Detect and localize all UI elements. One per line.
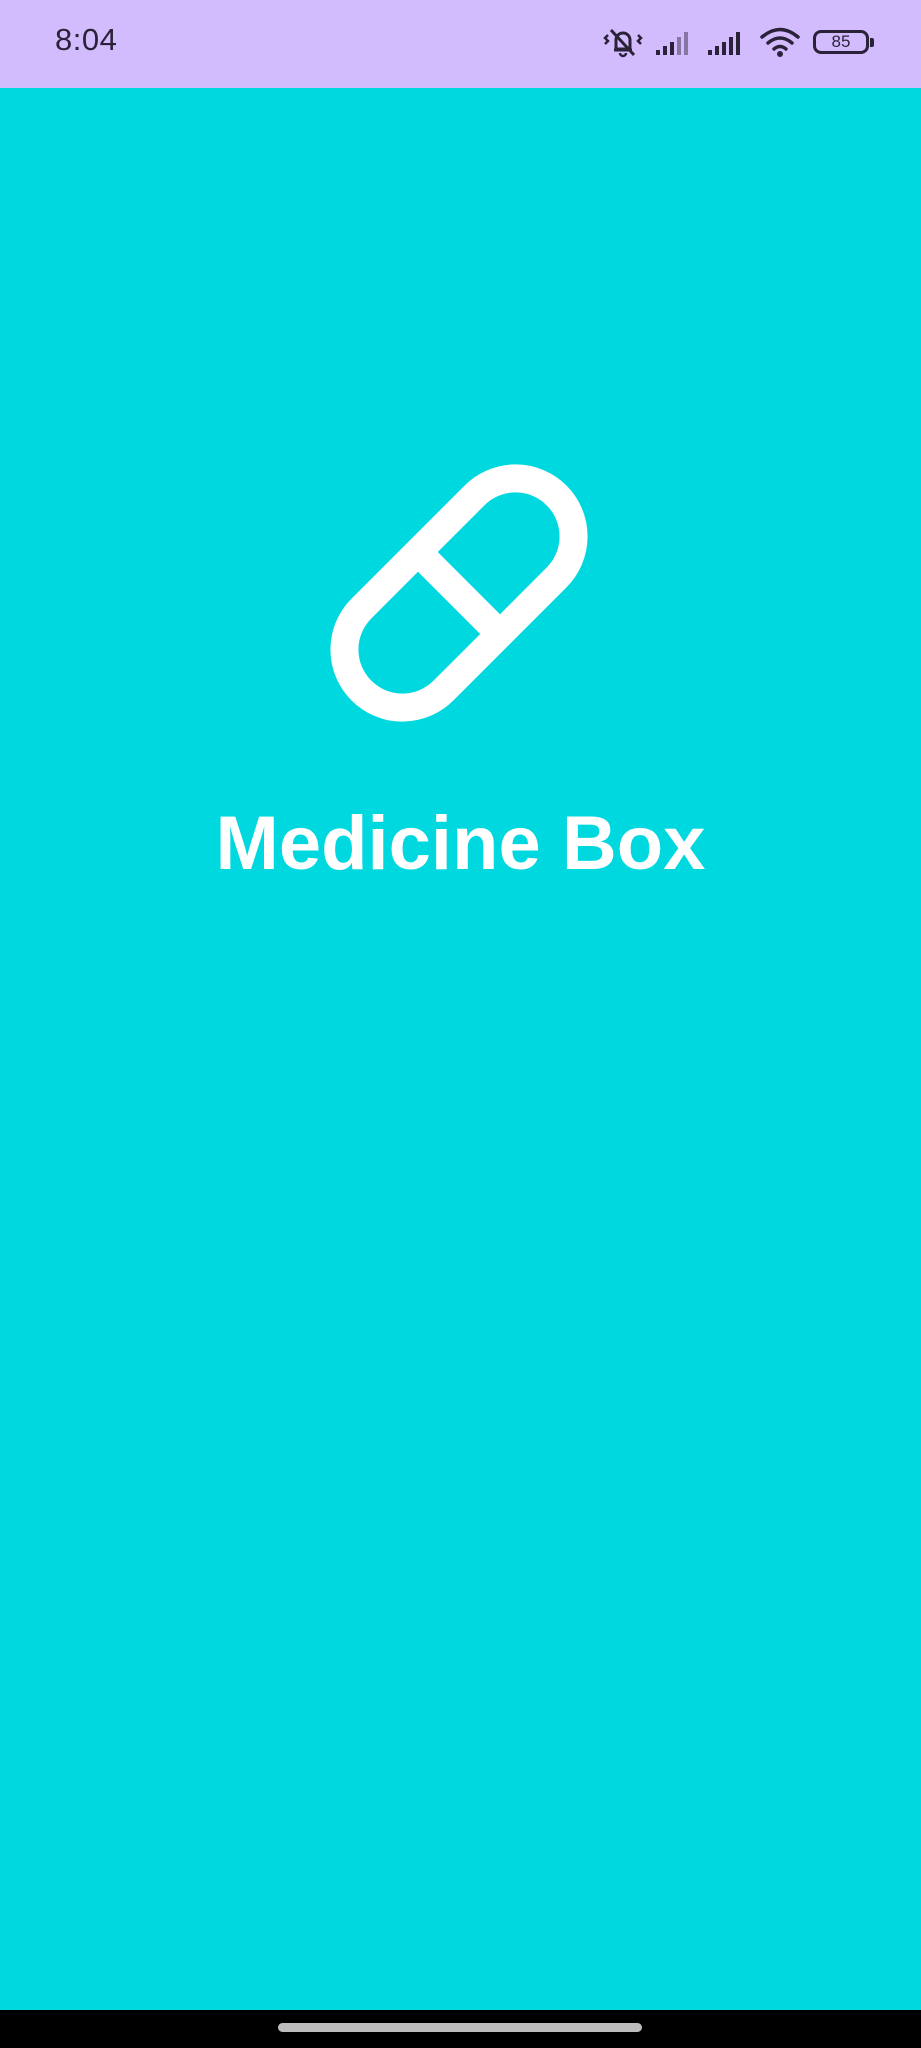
navigation-bar [0, 2010, 921, 2048]
splash-screen: 8:04 85 Medicine Box [0, 0, 921, 2048]
status-time: 8:04 [55, 22, 118, 57]
wifi-icon [759, 26, 801, 58]
battery-icon: 85 [813, 30, 874, 54]
app-title: Medicine Box [215, 801, 706, 886]
status-bar: 8:04 85 [0, 0, 921, 88]
status-icons: 85 [603, 24, 874, 60]
signal-icon [707, 28, 747, 56]
home-indicator[interactable] [278, 2023, 642, 2032]
pill-capsule-icon [313, 447, 605, 739]
battery-level: 85 [831, 32, 851, 51]
signal-icon [655, 28, 695, 56]
vibrate-silent-icon [603, 25, 643, 59]
